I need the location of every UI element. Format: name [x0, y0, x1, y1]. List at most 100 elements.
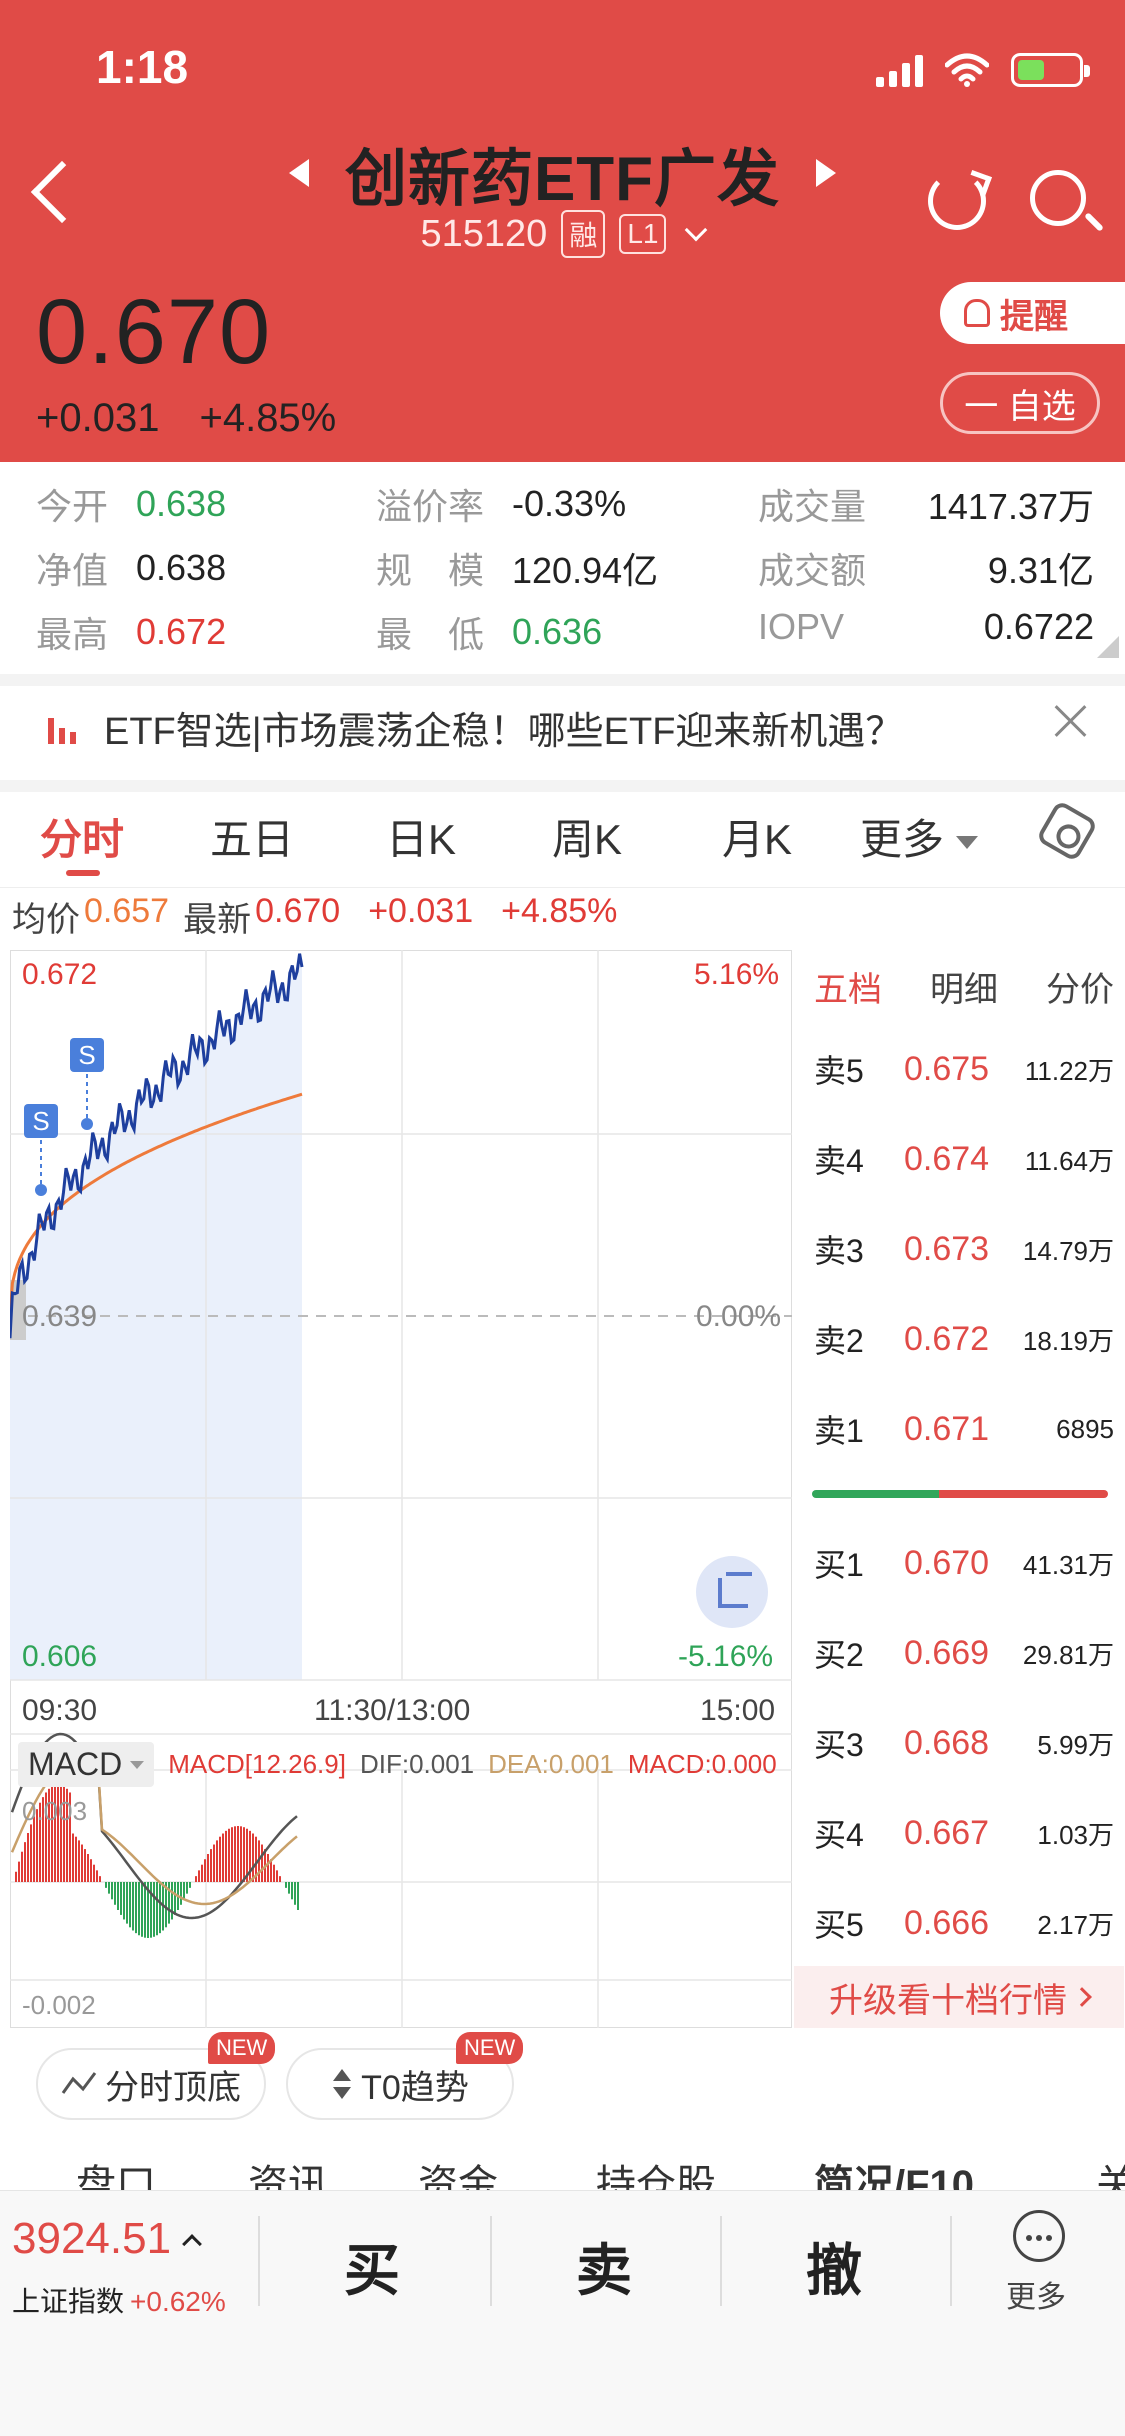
sub-tab-related[interactable]: 关	[1096, 2152, 1125, 2190]
prev-stock-icon[interactable]	[288, 159, 309, 187]
macd-bar	[174, 1882, 176, 1915]
bar-chart-icon	[48, 710, 82, 744]
order-book-tabs: 五档 明细 分价	[814, 962, 1114, 1011]
close-icon[interactable]	[1054, 704, 1088, 738]
stat-turnover: 成交额 9.31亿	[758, 550, 1094, 591]
sell-button[interactable]: 卖	[576, 2226, 632, 2307]
refresh-icon[interactable]	[928, 172, 986, 230]
macd-bar	[195, 1876, 197, 1882]
stat-volume: 成交量 1417.37万	[758, 486, 1094, 527]
tab-underline	[66, 870, 100, 876]
macd-bar	[228, 1828, 230, 1882]
ask-row[interactable]: 卖1 0.671 6895	[814, 1404, 1114, 1454]
stat-open: 今开 0.638	[36, 483, 227, 527]
macd-bar	[72, 1833, 74, 1882]
macd-bar	[78, 1840, 80, 1882]
sell-marker[interactable]: S	[70, 1038, 104, 1130]
stat-scale: 规 模 120.94亿	[376, 550, 659, 591]
bid-row[interactable]: 买4 0.667 1.03万	[814, 1808, 1114, 1858]
macd-bar	[87, 1854, 89, 1882]
sub-tab-funds[interactable]: 资金	[418, 2152, 498, 2190]
stat-high: 最高 0.672	[36, 611, 227, 655]
divider	[490, 2216, 492, 2306]
cancel-order-button[interactable]: 撤	[806, 2226, 862, 2307]
y-axis-bottom: 0.606	[22, 1640, 98, 1673]
sub-tab-handicap[interactable]: 盘口	[76, 2152, 156, 2190]
price-summary-line: 均价 0.657 最新 0.670 +0.031 +4.85%	[12, 892, 618, 939]
time-mid: 11:30/13:00	[314, 1694, 471, 1727]
search-icon[interactable]	[1030, 170, 1086, 226]
divider	[258, 2216, 260, 2306]
index-ticker[interactable]: 3924.51	[12, 2214, 202, 2264]
sub-tab-news[interactable]: 资讯	[248, 2152, 328, 2190]
upgrade-ten-levels-button[interactable]: 升级看十档行情	[794, 1966, 1124, 2028]
macd-bar	[201, 1864, 203, 1882]
buy-button[interactable]: 买	[344, 2226, 400, 2307]
macd-bar	[126, 1882, 128, 1924]
macd-bar	[30, 1824, 32, 1882]
divider	[0, 780, 1125, 792]
ask-row[interactable]: 卖2 0.672 18.19万	[814, 1314, 1114, 1364]
ask-row[interactable]: 卖5 0.675 11.22万	[814, 1044, 1114, 1094]
macd-bar	[273, 1864, 275, 1882]
macd-bar	[18, 1861, 20, 1882]
macd-selector[interactable]: MACD	[18, 1742, 155, 1787]
sub-tab-profile[interactable]: 简况/F10	[814, 2152, 974, 2190]
next-stock-icon[interactable]	[816, 159, 837, 187]
bid-row[interactable]: 买1 0.670 41.31万	[814, 1538, 1114, 1588]
macd-bar	[231, 1827, 233, 1882]
bid-row[interactable]: 买5 0.666 2.17万	[814, 1898, 1114, 1948]
macd-bar	[75, 1836, 77, 1882]
tab-more[interactable]: 更多	[860, 806, 979, 867]
price-change: +0.031 +4.85%	[36, 396, 336, 441]
ask-row[interactable]: 卖3 0.673 14.79万	[814, 1224, 1114, 1274]
more-icon[interactable]	[1013, 2210, 1065, 2262]
tab-intraday[interactable]: 分时	[40, 806, 124, 867]
change-value: +0.031	[36, 396, 160, 440]
cellular-signal-icon	[876, 53, 923, 87]
macd-bar	[204, 1859, 206, 1882]
macd-bar	[120, 1882, 122, 1915]
latest-price: 0.670	[255, 892, 341, 930]
macd-header: MACD MACD[12.26.9] DIF:0.001 DEA:0.001 M…	[18, 1742, 777, 1787]
latest-change: +0.031	[368, 892, 474, 930]
battery-icon	[1011, 53, 1090, 87]
tab-weekly-k[interactable]: 周K	[552, 806, 622, 867]
level-tag: L1	[619, 214, 667, 254]
tab-daily-k[interactable]: 日K	[386, 806, 456, 867]
fullscreen-icon[interactable]	[696, 1556, 768, 1628]
macd-bar	[93, 1864, 95, 1882]
tab-details[interactable]: 明细	[930, 962, 998, 1011]
time-end: 15:00	[700, 1694, 776, 1727]
sell-marker[interactable]: S	[24, 1104, 58, 1196]
macd-bar	[114, 1882, 116, 1905]
remind-button[interactable]: 提醒	[940, 282, 1125, 344]
latest-change-pct: +4.85%	[501, 892, 618, 930]
more-label[interactable]: 更多	[1006, 2272, 1066, 2316]
ask-row[interactable]: 卖4 0.674 11.64万	[814, 1134, 1114, 1184]
tab-five-levels[interactable]: 五档	[814, 962, 882, 1011]
new-badge: NEW	[208, 2032, 276, 2064]
intraday-chart[interactable]: S S	[10, 950, 792, 2028]
add-watchlist-button[interactable]: 一 自选	[940, 372, 1100, 434]
tab-monthly-k[interactable]: 月K	[722, 806, 792, 867]
bid-row[interactable]: 买3 0.668 5.99万	[814, 1718, 1114, 1768]
y-axis-top: 0.672	[22, 958, 98, 991]
sub-tab-holdings[interactable]: 持仓股	[596, 2152, 716, 2190]
banner-text[interactable]: ETF智选|市场震荡企稳！哪些ETF迎来新机遇？	[104, 700, 903, 755]
macd-bar	[297, 1882, 299, 1910]
divider	[0, 674, 1125, 686]
bid-row[interactable]: 买2 0.669 29.81万	[814, 1628, 1114, 1678]
stat-premium: 溢价率 -0.33%	[376, 483, 627, 527]
stat-iopv: IOPV 0.6722	[758, 606, 1094, 647]
expand-corner-icon[interactable]	[1097, 636, 1119, 658]
macd-bar	[150, 1882, 152, 1938]
stock-title: 创新药ETF广发	[344, 145, 781, 214]
macd-bar	[294, 1882, 296, 1905]
index-name: 上证指数 +0.62%	[12, 2286, 226, 2317]
divider	[950, 2216, 952, 2306]
tab-price-dist[interactable]: 分价	[1046, 962, 1114, 1011]
new-badge: NEW	[456, 2032, 524, 2064]
tab-five-day[interactable]: 五日	[210, 806, 294, 867]
macd-bar	[123, 1882, 125, 1920]
